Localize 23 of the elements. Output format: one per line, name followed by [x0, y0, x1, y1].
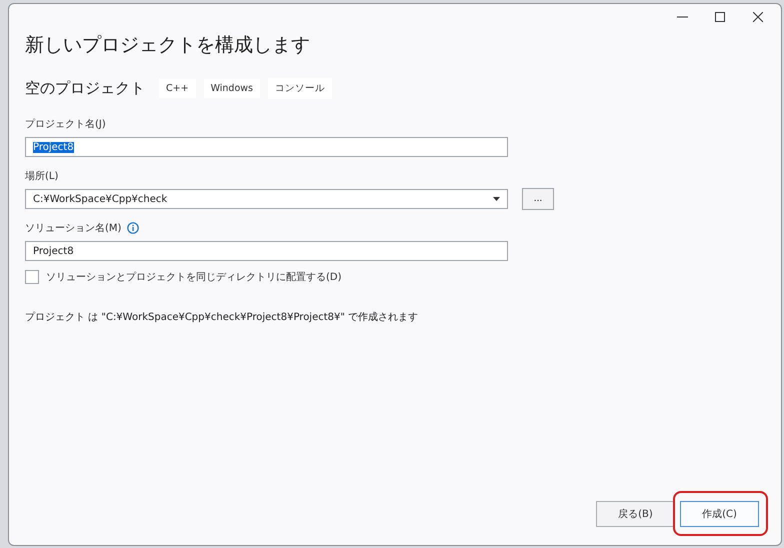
solution-name-field[interactable]: Project8: [25, 241, 508, 261]
checkbox[interactable]: [25, 270, 39, 284]
maximize-icon[interactable]: [715, 12, 725, 22]
field-label: プロジェクト名(J): [25, 118, 106, 131]
window-title: 新しいプロジェクトを構成します: [25, 33, 311, 58]
browse-button[interactable]: ...: [522, 188, 554, 210]
dropdown-arrow-icon[interactable]: [493, 197, 500, 201]
dialog-button[interactable]: 戻る(B): [596, 501, 675, 527]
project-name-field[interactable]: Project8: [25, 137, 508, 157]
minimize-icon[interactable]: [676, 16, 688, 18]
template-tag: コンソール: [268, 78, 332, 99]
field-label: 場所(L): [25, 170, 58, 183]
location-dropdown[interactable]: C:¥WorkSpace¥Cpp¥check: [25, 189, 508, 209]
field-value: Project8: [33, 142, 74, 152]
template-name: 空のプロジェクト: [25, 79, 145, 98]
close-icon[interactable]: [753, 12, 763, 22]
info-icon[interactable]: [127, 222, 140, 234]
info-text: プロジェクト は "C:¥WorkSpace¥Cpp¥check¥Project8¥Project8¥" で作成されます: [25, 310, 420, 324]
field-label: ソリューション名(M): [25, 222, 122, 235]
dialog-button[interactable]: 作成(C): [680, 501, 759, 527]
template-tag: C++: [159, 79, 196, 98]
checkbox-label: ソリューションとプロジェクトを同じディレクトリに配置する(D): [46, 270, 342, 284]
template-tag: Windows: [204, 79, 260, 98]
